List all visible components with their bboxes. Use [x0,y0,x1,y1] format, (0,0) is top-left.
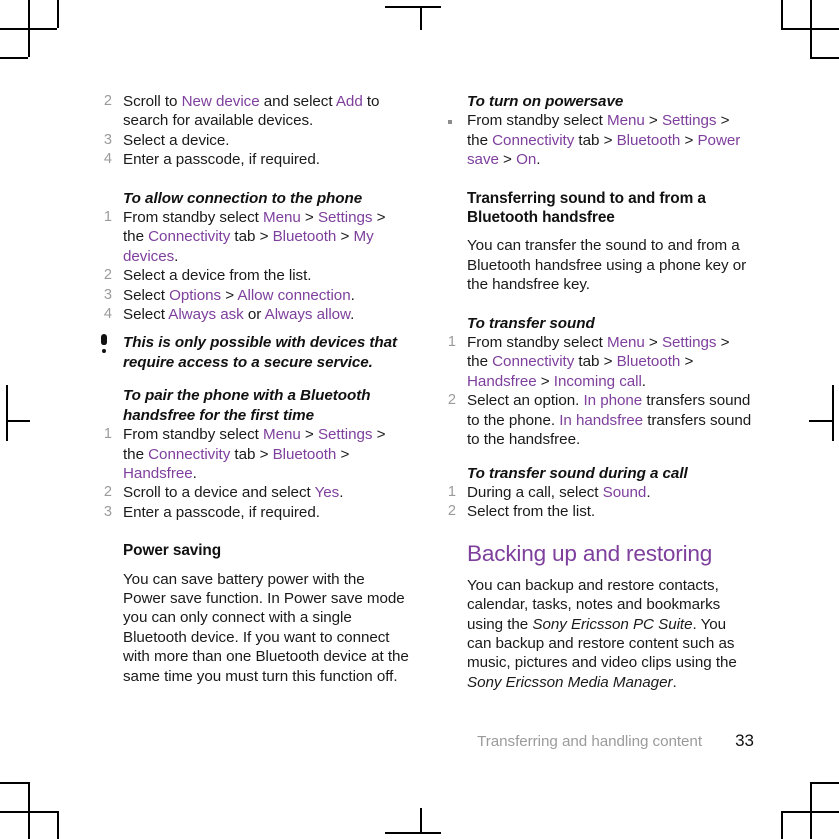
list-item: 1 From standby select Menu > Settings > … [96,208,409,266]
footer-page-number: 33 [735,731,754,750]
list-marker: 3 [103,131,112,148]
page-footer: Transferring and handling content 33 [96,731,754,751]
list-item: 2 Scroll to a device and select Yes. [96,483,409,502]
two-column-layout: 2 Scroll to New device and select Add to… [96,92,754,692]
paragraph-power-saving: You can save battery power with the Powe… [123,570,409,685]
list-marker: 4 [103,151,112,168]
footer-chapter-name: Transferring and handling content [477,733,702,750]
list-item: 2 Select a device from the list. [96,266,409,285]
list-marker: 2 [447,503,456,520]
right-column: To turn on powersave From standby select… [440,92,753,692]
procedure-steps-transfer-sound: 1 From standby select Menu > Settings > … [440,333,753,449]
list-item: 4 Enter a passcode, if required. [96,150,409,169]
procedure-steps-pair-handsfree: 1 From standby select Menu > Settings > … [96,425,409,522]
procedure-title-allow-connection: To allow connection to the phone [123,189,363,207]
list-item: 2 Scroll to New device and select Add to… [96,92,409,131]
list-item: 1 From standby select Menu > Settings > … [96,425,409,483]
list-item-text: Enter a passcode, if required. [123,151,320,169]
list-item-text: Select Options > Allow connection. [123,286,355,304]
paragraph-transferring-sound: You can transfer the sound to and from a… [467,237,747,294]
list-marker: 2 [103,484,112,501]
exclamation-icon [100,334,107,353]
list-marker: 3 [103,503,112,520]
left-column: 2 Scroll to New device and select Add to… [96,92,409,692]
list-item: 2 Select an option. In phone transfers s… [440,391,753,449]
list-item: 1 From standby select Menu > Settings > … [440,333,753,391]
procedure-steps-allow-connection: 1 From standby select Menu > Settings > … [96,208,409,324]
list-item: 3 Select Options > Allow connection. [96,286,409,305]
procedure-title-transfer-during-call: To transfer sound during a call [467,464,688,482]
list-marker: 1 [447,334,456,351]
list-item-text: Select a device from the list. [123,267,312,285]
procedure-title-powersave: To turn on powersave [467,93,624,110]
list-item-text: From standby select Menu > Settings > th… [123,426,386,482]
manual-page: 2 Scroll to New device and select Add to… [0,0,839,839]
list-item-text: Select Always ask or Always allow. [123,306,355,324]
list-marker: 1 [103,426,112,443]
list-item: From standby select Menu > Settings > th… [440,111,753,169]
list-marker: 3 [103,286,112,303]
list-item: 3 Select a device. [96,131,409,150]
note-block: This is only possible with devices that … [96,333,409,372]
list-marker: 2 [103,267,112,284]
list-item: 3 Enter a passcode, if required. [96,503,409,522]
list-marker: 2 [103,93,112,109]
list-item-text: From standby select Menu > Settings > th… [123,209,386,265]
continued-step-list: 2 Scroll to New device and select Add to… [96,92,409,170]
list-marker: 1 [103,209,112,226]
list-item-text: Select from the list. [467,503,596,521]
list-item-text: Select an option. In phone transfers sou… [467,392,752,449]
list-item-text: Scroll to New device and select Add to s… [123,93,380,130]
list-item: 4 Select Always ask or Always allow. [96,305,409,324]
paragraph-backing-up: You can backup and restore contacts, cal… [467,576,737,691]
list-marker: 1 [447,483,456,500]
list-item-text: From standby select Menu > Settings > th… [467,334,730,390]
procedure-steps-transfer-during-call: 1 During a call, select Sound. 2 Select … [440,483,753,522]
note-text: This is only possible with devices that … [123,334,398,371]
list-item: 2 Select from the list. [440,502,753,521]
list-item-text: From standby select Menu > Settings > th… [467,112,741,169]
list-item-text: Scroll to a device and select Yes. [123,484,344,502]
section-heading-backing-up: Backing up and restoring [467,540,713,566]
subheading-power-saving: Power saving [123,542,222,560]
bullet-icon [448,119,453,125]
procedure-title-pair-handsfree: To pair the phone with a Bluetooth hands… [123,387,371,424]
list-item-text: Enter a passcode, if required. [123,503,320,521]
list-marker: 4 [103,306,112,323]
list-item-text: Select a device. [123,131,230,149]
list-marker: 2 [447,392,456,409]
procedure-title-transfer-sound: To transfer sound [467,314,595,332]
list-item-text: During a call, select Sound. [467,483,651,501]
subheading-transferring-sound: Transferring sound to and from a Bluetoo… [467,189,706,227]
procedure-steps-powersave: From standby select Menu > Settings > th… [440,111,753,169]
list-item: 1 During a call, select Sound. [440,483,753,502]
